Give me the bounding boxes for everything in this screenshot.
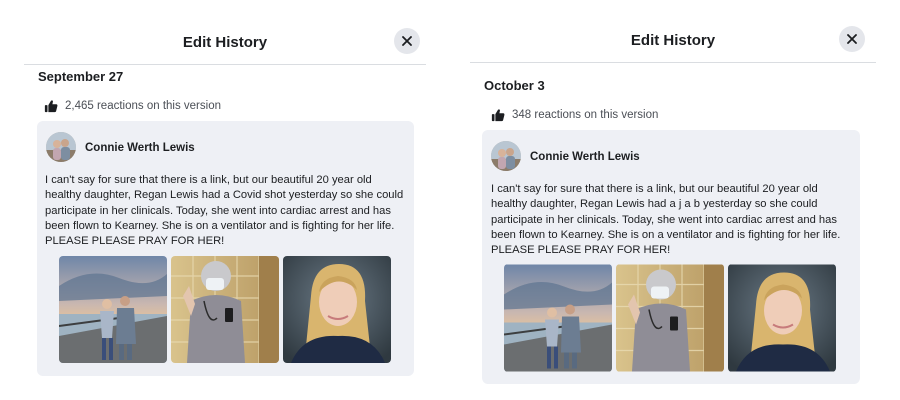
hospital-mirror-selfie-photo[interactable] — [171, 256, 279, 363]
version-date: September 27 — [38, 69, 124, 84]
post-text: I can't say for sure that there is a lin… — [45, 174, 404, 248]
close-icon — [402, 36, 412, 46]
close-button[interactable] — [394, 28, 420, 54]
close-button[interactable] — [839, 26, 865, 52]
dialog-title: Edit History — [182, 34, 268, 51]
avatar[interactable] — [491, 141, 521, 171]
reactions-text: 2,465 reactions on this version — [65, 100, 221, 112]
reactions-summary[interactable]: 2,465 reactions on this version — [44, 99, 221, 113]
beach-pier-photo[interactable] — [59, 256, 167, 363]
portrait-photo[interactable] — [283, 256, 391, 363]
author-name[interactable]: Connie Werth Lewis — [85, 142, 195, 154]
edit-history-dialog-right: Edit History October 3 348 reactions on … — [470, 20, 876, 392]
thumbs-up-icon — [491, 109, 505, 122]
close-icon — [847, 34, 857, 44]
reactions-summary[interactable]: 348 reactions on this version — [491, 108, 658, 122]
post-card: Connie Werth Lewis I can't say for sure … — [37, 121, 414, 376]
post-text: I can't say for sure that there is a lin… — [491, 183, 841, 257]
reactions-text: 348 reactions on this version — [512, 109, 659, 121]
version-date: October 3 — [484, 78, 545, 93]
portrait-photo[interactable] — [728, 264, 836, 372]
header-divider — [470, 62, 876, 63]
dialog-title: Edit History — [630, 32, 716, 49]
hospital-mirror-selfie-photo[interactable] — [616, 264, 724, 372]
avatar[interactable] — [46, 132, 76, 162]
beach-pier-photo[interactable] — [504, 264, 612, 372]
author-name[interactable]: Connie Werth Lewis — [530, 151, 640, 163]
post-card: Connie Werth Lewis I can't say for sure … — [482, 130, 860, 384]
thumbs-up-icon — [44, 100, 58, 113]
edit-history-dialog-left: Edit History September 27 2,465 reaction… — [24, 22, 426, 394]
header-divider — [24, 64, 426, 65]
